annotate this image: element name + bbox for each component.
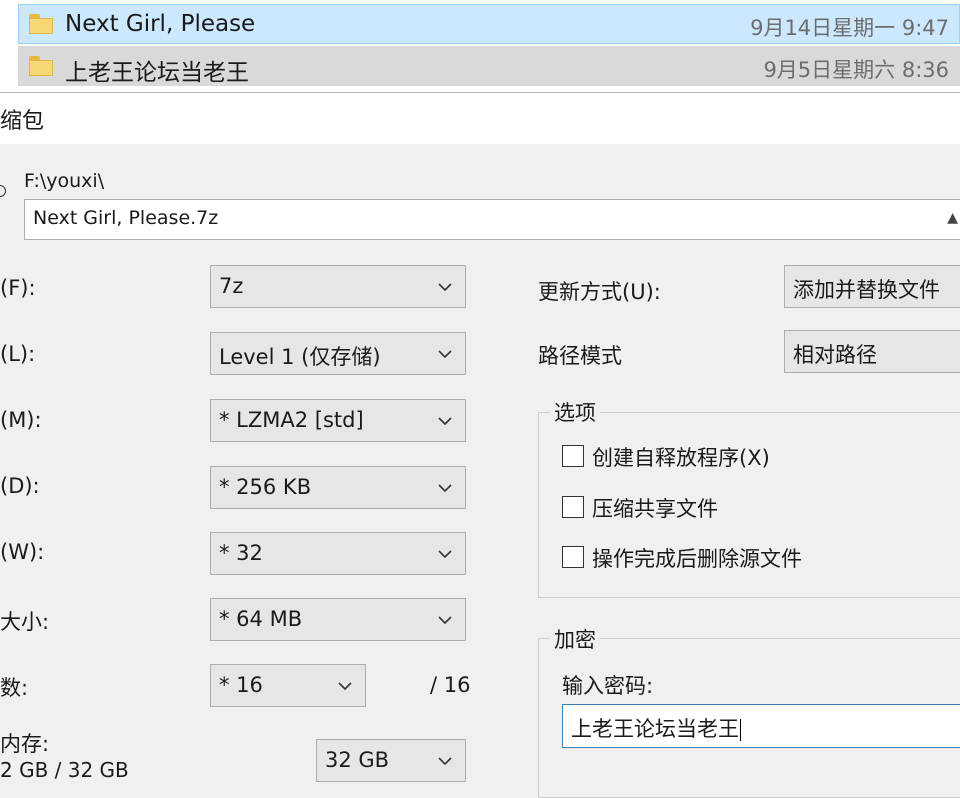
browse-button-edge[interactable]: [0, 185, 6, 197]
dialog-title-bar: 缩包: [0, 92, 960, 144]
checkbox-label: 创建自释放程序(X): [592, 446, 770, 470]
word-size-value: * 32: [219, 541, 263, 565]
file-name: 上老王论坛当老王: [65, 60, 249, 86]
memory-select[interactable]: 32 GB: [316, 739, 466, 782]
word-size-label: (W):: [0, 540, 45, 564]
chevron-down-icon: [438, 757, 452, 766]
password-label: 输入密码:: [562, 674, 654, 698]
password-input[interactable]: 上老王论坛当老王: [562, 704, 960, 748]
level-value: Level 1 (仅存储): [219, 345, 381, 369]
chevron-down-icon: [338, 682, 352, 691]
folder-icon: [29, 56, 53, 76]
dictionary-value: * 256 KB: [219, 475, 312, 499]
format-label: (F):: [0, 276, 36, 300]
text-caret: [740, 719, 741, 741]
dictionary-select[interactable]: * 256 KB: [210, 466, 466, 509]
chevron-down-icon: [438, 616, 452, 625]
chevron-down-icon: [438, 350, 452, 359]
checkbox-box[interactable]: [562, 546, 584, 568]
level-label: (L):: [0, 342, 36, 366]
dialog-title: 缩包: [0, 109, 45, 134]
threads-value: * 16: [219, 673, 263, 697]
solid-size-select[interactable]: * 64 MB: [210, 598, 466, 641]
update-mode-label: 更新方式(U):: [538, 280, 661, 304]
encryption-group-title: 加密: [550, 624, 600, 654]
path-mode-select[interactable]: 相对路径: [784, 330, 960, 373]
chevron-down-icon: [438, 283, 452, 292]
method-label: (M):: [0, 408, 42, 432]
archive-name-input[interactable]: Next Girl, Please.7z ▲: [24, 199, 960, 240]
update-mode-select[interactable]: 添加并替换文件: [784, 265, 960, 308]
chevron-down-icon: [438, 417, 452, 426]
checkbox-label: 压缩共享文件: [592, 497, 718, 521]
file-date: 9月5日星期六 8:36: [763, 58, 949, 82]
update-mode-value: 添加并替换文件: [793, 278, 940, 302]
threads-max: / 16: [430, 673, 471, 697]
dropdown-arrow-icon[interactable]: ▲: [947, 210, 958, 226]
file-date: 9月14日星期一 9:47: [750, 16, 949, 40]
memory-label: 内存:: [0, 732, 50, 756]
chevron-down-icon: [438, 484, 452, 493]
method-value: * LZMA2 [std]: [219, 408, 364, 432]
memory-value: 32 GB: [325, 748, 390, 772]
format-select[interactable]: 7z: [210, 265, 466, 308]
path-mode-value: 相对路径: [793, 343, 877, 367]
memory-usage: 2 GB / 32 GB: [0, 758, 129, 782]
checkbox-box[interactable]: [562, 445, 584, 467]
word-size-select[interactable]: * 32: [210, 532, 466, 575]
solid-size-label: 大小:: [0, 610, 50, 634]
chevron-down-icon: [438, 550, 452, 559]
file-row[interactable]: 上老王论坛当老王 9月5日星期六 8:36: [18, 46, 960, 86]
solid-size-value: * 64 MB: [219, 607, 303, 631]
threads-select[interactable]: * 16: [210, 664, 366, 707]
archive-name-value: Next Girl, Please.7z: [33, 207, 219, 229]
threads-label: 数:: [0, 676, 29, 700]
path-mode-label: 路径模式: [538, 344, 622, 368]
password-value: 上老王论坛当老王: [571, 717, 741, 741]
dictionary-label: (D):: [0, 474, 40, 498]
archive-path-label: F:\youxi\: [24, 170, 105, 192]
folder-icon: [29, 14, 53, 34]
checkbox-label: 操作完成后删除源文件: [592, 547, 802, 571]
options-group-title: 选项: [550, 397, 600, 427]
method-select[interactable]: * LZMA2 [std]: [210, 399, 466, 442]
file-name: Next Girl, Please: [65, 11, 256, 37]
checkbox-box[interactable]: [562, 496, 584, 518]
file-row-selected[interactable]: Next Girl, Please 9月14日星期一 9:47: [18, 4, 960, 44]
level-select[interactable]: Level 1 (仅存储): [210, 332, 466, 375]
format-value: 7z: [219, 274, 244, 298]
file-list: Next Girl, Please 9月14日星期一 9:47 上老王论坛当老王…: [0, 0, 960, 92]
